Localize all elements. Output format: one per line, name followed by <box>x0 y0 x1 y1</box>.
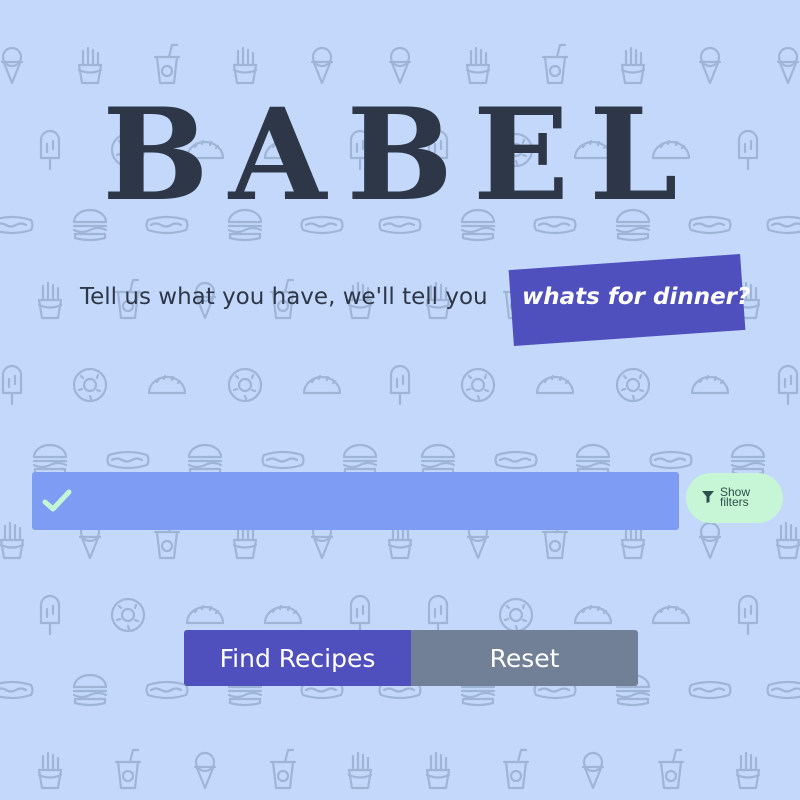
popsicle-icon <box>39 594 61 636</box>
donut-icon <box>110 597 146 633</box>
taco-icon <box>147 374 187 395</box>
fries-icon <box>77 46 103 85</box>
taco-icon <box>302 374 342 395</box>
donut-icon <box>72 367 108 403</box>
taco-icon <box>535 374 575 395</box>
tagline-highlight: whats for dinner? <box>522 284 751 310</box>
burger-icon <box>72 673 108 707</box>
ice-cream-icon <box>776 46 800 85</box>
hotdog-icon <box>688 680 732 700</box>
fries-icon <box>425 751 451 790</box>
fries-icon <box>465 46 491 85</box>
hotdog-icon <box>649 450 693 470</box>
burger-icon <box>730 443 766 477</box>
fries-icon <box>37 751 63 790</box>
fries-icon <box>775 521 800 560</box>
ice-cream-icon <box>581 751 605 790</box>
fries-icon <box>347 751 373 790</box>
soda-cup-icon <box>541 43 569 85</box>
ice-cream-icon <box>388 46 412 85</box>
donut-icon <box>227 367 263 403</box>
soda-cup-icon <box>269 748 297 790</box>
ice-cream-icon <box>193 751 217 790</box>
hotdog-icon <box>766 680 800 700</box>
filter-icon <box>702 491 714 503</box>
popsicle-icon <box>389 364 411 406</box>
donut-icon <box>615 367 651 403</box>
popsicle-icon <box>777 364 799 406</box>
soda-cup-icon <box>657 748 685 790</box>
hotdog-icon <box>106 450 150 470</box>
taco-icon <box>690 374 730 395</box>
popsicle-icon <box>349 594 371 636</box>
fries-icon <box>620 46 646 85</box>
burger-icon <box>32 443 68 477</box>
taco-icon <box>573 604 613 625</box>
taco-icon <box>263 604 303 625</box>
ingredients-input[interactable] <box>32 472 679 530</box>
hotdog-icon <box>494 450 538 470</box>
popsicle-icon <box>737 594 759 636</box>
hotdog-icon <box>261 450 305 470</box>
hotdog-icon <box>0 215 34 235</box>
taco-icon <box>651 604 691 625</box>
fries-icon <box>232 46 258 85</box>
app-title: BABEL <box>102 81 698 229</box>
burger-icon <box>187 443 223 477</box>
burger-icon <box>575 443 611 477</box>
show-filters-label: Show filters <box>720 485 751 509</box>
tagline: Tell us what you have, we'll tell you <box>80 284 488 310</box>
popsicle-icon <box>427 594 449 636</box>
check-icon <box>42 489 72 512</box>
show-filters-button[interactable]: Show filters <box>686 473 783 523</box>
fries-icon <box>735 751 761 790</box>
taco-icon <box>185 604 225 625</box>
hotdog-icon <box>0 680 34 700</box>
donut-icon <box>460 367 496 403</box>
donut-icon <box>498 597 534 633</box>
fries-icon <box>0 521 25 560</box>
hotdog-icon <box>145 680 189 700</box>
ice-cream-icon <box>0 46 24 85</box>
ice-cream-icon <box>698 46 722 85</box>
fries-icon <box>37 281 63 320</box>
burger-icon <box>342 443 378 477</box>
ice-cream-icon <box>698 521 722 560</box>
soda-cup-icon <box>114 748 142 790</box>
popsicle-icon <box>1 364 23 406</box>
burger-icon <box>420 443 456 477</box>
soda-cup-icon <box>153 43 181 85</box>
hotdog-icon <box>766 215 800 235</box>
find-recipes-button[interactable]: Find Recipes <box>184 630 411 686</box>
soda-cup-icon <box>502 748 530 790</box>
reset-button[interactable]: Reset <box>411 630 638 686</box>
ice-cream-icon <box>310 46 334 85</box>
